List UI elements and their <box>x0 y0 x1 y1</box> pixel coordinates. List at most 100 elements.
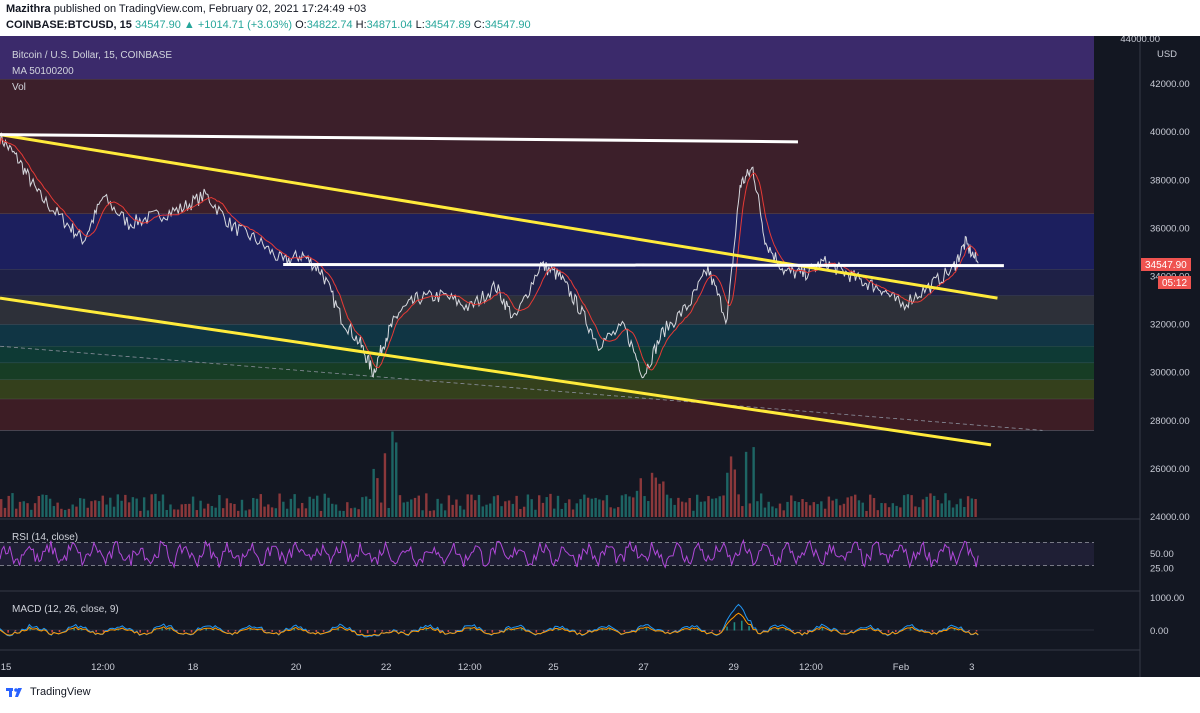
volume-bar-16 <box>60 508 63 517</box>
chart-title: Bitcoin / U.S. Dollar, 15, COINBASE <box>12 50 172 61</box>
volume-bar-248 <box>933 495 936 517</box>
volume-bar-227 <box>854 494 857 517</box>
price-axis-top-label: 44000.00 <box>1120 36 1160 45</box>
volume-bar-223 <box>838 505 842 517</box>
volume-bar-74 <box>278 493 281 517</box>
volume-bar-240 <box>902 495 906 517</box>
rsi-tick-1: 25.00 <box>1150 564 1174 575</box>
volume-bar-88 <box>331 503 334 517</box>
volume-bar-6 <box>22 501 25 517</box>
volume-bar-9 <box>33 503 37 517</box>
volume-bar-128 <box>481 506 484 517</box>
volume-bar-212 <box>797 502 800 517</box>
publish-header: Mazithra published on TradingView.com, F… <box>0 0 1200 36</box>
tradingview-logo[interactable]: TradingView <box>6 686 91 698</box>
volume-bar-64 <box>240 499 244 517</box>
volume-bar-242 <box>910 495 913 517</box>
time-axis[interactable]: 15 12:00 18 20 22 12:00 25 27 29 12:00 Feb 3 <box>1 662 975 673</box>
price-axis[interactable]: 24000.00 26000.00 28000.00 30000.00 32000.00… <box>1150 79 1190 523</box>
volume-bar-10 <box>37 496 41 517</box>
volume-bar-122 <box>458 505 462 517</box>
volume-bar-32 <box>120 500 123 517</box>
volume-bar-185 <box>696 494 699 517</box>
macd-hist-153 <box>374 630 376 633</box>
volume-bar-137 <box>515 495 518 517</box>
volume-bar-0 <box>0 499 3 517</box>
macd-hist-297 <box>726 626 728 631</box>
volume-bar-214 <box>805 502 808 517</box>
macd-hist-291 <box>711 630 714 632</box>
price-tick-40000: 40000.00 <box>1150 127 1190 138</box>
volume-bar-177 <box>665 494 669 517</box>
rsi-pane: 50.00 25.00 <box>0 538 1174 575</box>
volume-bar-176 <box>662 481 665 517</box>
price-tick-30000: 30000.00 <box>1150 368 1190 379</box>
volume-bar-156 <box>586 497 590 517</box>
volume-bar-255 <box>959 498 962 517</box>
volume-bar-107 <box>402 502 405 517</box>
volume-bar-76 <box>285 508 289 517</box>
macd-hist-327 <box>799 630 802 632</box>
volume-bar-246 <box>925 496 928 517</box>
volume-bar-63 <box>237 510 240 517</box>
volume-bar-55 <box>206 503 210 517</box>
volume-bar-72 <box>270 507 274 517</box>
macd-hist-57 <box>139 630 141 633</box>
price-zone-8 <box>0 379 1094 400</box>
volume-bar-166 <box>624 494 627 517</box>
volume-bar-35 <box>131 497 135 517</box>
macd-hist-93 <box>227 630 230 632</box>
volume-bar-169 <box>635 490 639 517</box>
volume-bar-5 <box>18 501 22 517</box>
volume-bar-238 <box>895 505 898 517</box>
macd-hist-147 <box>359 630 362 633</box>
volume-bar-226 <box>850 496 853 517</box>
macd-tick-0: 1000.00 <box>1150 593 1184 604</box>
currency-label[interactable]: USD <box>1157 49 1177 60</box>
volume-bar-121 <box>455 499 458 517</box>
vol-legend: Vol <box>12 82 26 93</box>
macd-hist-255 <box>623 630 626 633</box>
volume-bar-251 <box>944 493 947 517</box>
volume-bar-228 <box>857 500 861 517</box>
volume-bar-154 <box>579 499 582 517</box>
chart-canvas[interactable]: 50.0025.00 1000.000.00 24000.0026000.002… <box>0 36 1200 677</box>
volume-bar-62 <box>233 503 236 517</box>
time-tick-11: 3 <box>969 662 974 673</box>
volume-bar-225 <box>846 497 849 517</box>
volume-bar-7 <box>26 503 29 517</box>
volume-bar-164 <box>616 507 620 517</box>
volume-bar-256 <box>963 506 966 517</box>
volume-bar-249 <box>936 500 940 517</box>
volume-bar-29 <box>109 497 112 517</box>
volume-bar-86 <box>323 493 326 517</box>
price-zone-4 <box>0 295 1094 325</box>
volume-bar-146 <box>549 493 552 517</box>
volume-bar-140 <box>526 494 530 517</box>
ohlc-h-value: 34871.04 <box>366 19 413 31</box>
volume-bar-222 <box>835 498 838 517</box>
volume-bar-123 <box>462 509 466 517</box>
volume-bar-67 <box>252 497 255 517</box>
volume-bar-89 <box>334 504 338 517</box>
volume-bar-110 <box>413 497 417 517</box>
volume-bar-13 <box>48 498 52 517</box>
volume-bar-119 <box>447 495 451 517</box>
volume-bar-210 <box>790 495 793 517</box>
macd-hist-132 <box>322 630 325 632</box>
macd-hist-363 <box>887 630 890 633</box>
macd-hist-111 <box>271 630 274 632</box>
price-zone-7 <box>0 363 1094 380</box>
macd-legend: MACD (12, 26, close, 9) <box>12 604 119 615</box>
volume-bar-168 <box>632 497 635 517</box>
macd-hist-372 <box>909 628 912 631</box>
volume-bar-69 <box>259 494 262 517</box>
volume-bar-71 <box>267 504 270 517</box>
author-name[interactable]: Mazithra <box>6 3 51 15</box>
macd-hist-237 <box>579 630 582 632</box>
volume-bar-23 <box>86 507 89 517</box>
price-zone-1 <box>0 79 1094 214</box>
volume-bar-115 <box>432 510 436 517</box>
volume-bar-114 <box>428 510 432 517</box>
volume-bar-20 <box>75 506 78 517</box>
